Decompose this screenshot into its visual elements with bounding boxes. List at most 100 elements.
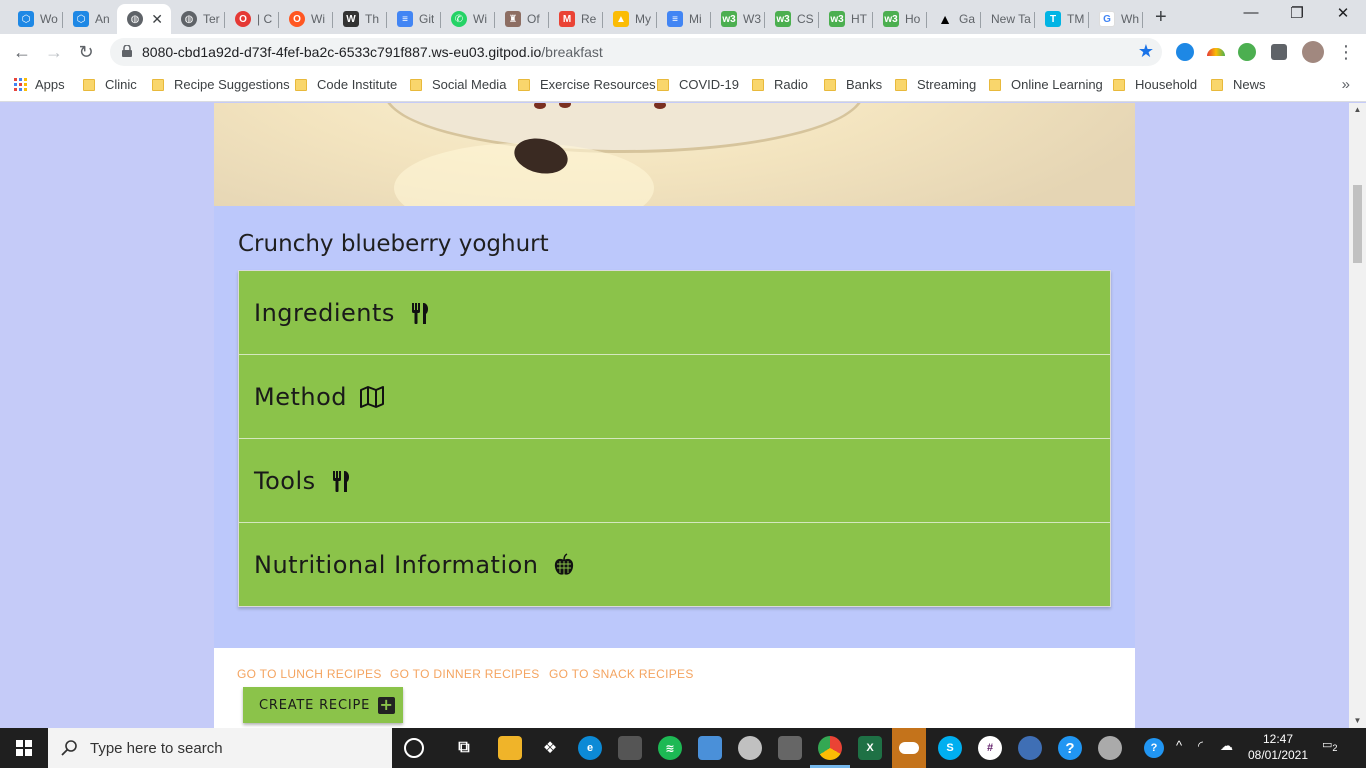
rainbow-extension-icon[interactable] (1207, 48, 1225, 56)
tray-chevron-icon[interactable]: ^ (1176, 738, 1182, 753)
dinner-recipes-link[interactable]: GO TO DINNER RECIPES (390, 667, 540, 681)
back-button[interactable]: ← (10, 40, 34, 64)
store-icon[interactable] (618, 736, 642, 760)
scroll-up-arrow-icon[interactable]: ▲ (1349, 103, 1366, 117)
windows-start-icon[interactable] (0, 728, 48, 768)
calculator-icon[interactable] (778, 736, 802, 760)
bookmark-folder[interactable]: Household (1113, 77, 1197, 92)
browser-tab[interactable]: ▲ Ga (927, 4, 981, 34)
forward-button[interactable]: → (42, 40, 66, 64)
browser-tab[interactable]: ✆ Wi (441, 4, 495, 34)
browser-tab[interactable]: T TM (1035, 4, 1089, 34)
new-tab-button[interactable]: + (1155, 6, 1167, 29)
onedrive-icon[interactable] (892, 728, 926, 768)
bookmark-folder[interactable]: News (1211, 77, 1266, 92)
accordion-label: Tools (254, 466, 316, 495)
folder-icon (83, 78, 95, 91)
whatsapp-icon: ✆ (451, 11, 467, 27)
scroll-down-arrow-icon[interactable]: ▼ (1349, 714, 1366, 728)
scroll-thumb[interactable] (1353, 185, 1362, 263)
spotify-icon[interactable]: ≋ (658, 736, 682, 760)
dropbox-icon[interactable]: ❖ (538, 736, 562, 760)
bookmark-folder[interactable]: Streaming (895, 77, 976, 92)
clock-date: 08/01/2021 (1247, 748, 1309, 762)
browser-tab[interactable]: ◍ Ter (171, 4, 225, 34)
accordion-nutritional-information[interactable]: Nutritional Information (239, 523, 1110, 607)
snack-recipes-link[interactable]: GO TO SNACK RECIPES (549, 667, 694, 681)
paint-icon[interactable] (738, 736, 762, 760)
cortana-icon[interactable] (404, 738, 424, 758)
taskbar-search[interactable]: Type here to search (48, 728, 392, 768)
bookmark-folder[interactable]: COVID-19 (657, 77, 739, 92)
reload-button[interactable]: ↻ (74, 40, 98, 64)
browser-tab[interactable]: w3 Ho (873, 4, 927, 34)
notification-center-icon[interactable]: ▭2 (1322, 738, 1346, 758)
minimize-button[interactable]: — (1228, 4, 1274, 28)
accordion-tools[interactable]: Tools (239, 439, 1110, 523)
bookmark-folder[interactable]: Radio (752, 77, 808, 92)
browser-tab[interactable]: w3 W3 (711, 4, 765, 34)
bookmark-folder[interactable]: Banks (824, 77, 882, 92)
browser-tab[interactable]: ▲ My (603, 4, 657, 34)
accordion-ingredients[interactable]: Ingredients (239, 271, 1110, 355)
tray-help-icon[interactable]: ? (1144, 738, 1164, 758)
bookmark-star-icon[interactable]: ★ (1138, 41, 1154, 62)
hexagon-icon: ⬡ (73, 11, 89, 27)
slack-icon[interactable]: # (978, 736, 1002, 760)
bookmark-apps[interactable]: Apps (14, 77, 65, 92)
control-panel-icon[interactable] (698, 736, 722, 760)
tab-strip: ⬡ Wo ⬡ An ◍ ✕ ◍ Ter O | C O Wi W Th ≡ Git ✆ Wi ♜ O… (0, 0, 1366, 34)
vertical-scrollbar[interactable]: ▲ ▼ (1349, 103, 1366, 728)
chrome-icon[interactable] (818, 736, 842, 760)
close-window-button[interactable]: ✕ (1320, 4, 1366, 28)
task-view-icon[interactable]: ⧉ (452, 736, 476, 760)
browser-tab[interactable]: w3 HT (819, 4, 873, 34)
bookmark-folder[interactable]: Code Institute (295, 77, 397, 92)
menu-kebab-icon[interactable]: ⋮ (1334, 40, 1358, 64)
browser-tab-active[interactable]: ◍ ✕ (117, 4, 171, 34)
address-bar[interactable]: 8080-cbd1a92d-d73f-4fef-ba2c-6533c791f88… (110, 38, 1162, 66)
bookmark-folder[interactable]: Exercise Resources (518, 77, 656, 92)
system-clock[interactable]: 12:47 08/01/2021 (1244, 731, 1312, 763)
apple-icon (554, 553, 573, 575)
file-explorer-icon[interactable] (498, 736, 522, 760)
browser-tab[interactable]: w3 CS (765, 4, 819, 34)
browser-tab[interactable]: ≡ Git (387, 4, 441, 34)
create-recipe-button[interactable]: CREATE RECIPE + (243, 687, 403, 723)
restore-button[interactable]: ❐ (1274, 4, 1320, 28)
bookmark-folder[interactable]: Recipe Suggestions (152, 77, 290, 92)
browser-tab[interactable]: ⬡ An (63, 4, 117, 34)
excel-icon[interactable]: X (858, 736, 882, 760)
browser-tab[interactable]: G Wh (1089, 4, 1143, 34)
accordion-method[interactable]: Method (239, 355, 1110, 439)
bookmark-folder[interactable]: Clinic (83, 77, 137, 92)
browser-tab[interactable]: O Wi (279, 4, 333, 34)
browser-tab[interactable]: New Ta (981, 4, 1035, 34)
skype-icon[interactable]: S (938, 736, 962, 760)
browser-tab[interactable]: O | C (225, 4, 279, 34)
help-icon[interactable]: ? (1058, 736, 1082, 760)
recipe-title: Crunchy blueberry yoghurt (238, 231, 549, 257)
browser-tab[interactable]: ♜ Of (495, 4, 549, 34)
more-bookmarks-icon[interactable]: » (1342, 76, 1350, 93)
lunch-recipes-link[interactable]: GO TO LUNCH RECIPES (237, 667, 382, 681)
avatar[interactable] (1302, 41, 1324, 63)
bookmark-folder[interactable]: Social Media (410, 77, 506, 92)
edge-icon[interactable]: e (578, 736, 602, 760)
puzzle-extensions-icon[interactable] (1271, 44, 1287, 60)
browser-tab[interactable]: ⬡ Wo (8, 4, 63, 34)
close-tab-icon[interactable]: ✕ (151, 11, 163, 28)
browser-tab[interactable]: M Re (549, 4, 603, 34)
globe-app-icon[interactable] (1018, 736, 1042, 760)
hexagon-extension-icon[interactable] (1176, 43, 1194, 61)
google-icon: G (1099, 11, 1115, 27)
html-extension-icon[interactable] (1238, 43, 1256, 61)
drive-icon: ▲ (613, 11, 629, 27)
wifi-icon[interactable]: ◜ (1198, 738, 1203, 754)
recipe-footer: GO TO LUNCH RECIPES GO TO DINNER RECIPES… (214, 648, 1135, 728)
onedrive-tray-icon[interactable]: ☁ (1220, 738, 1233, 754)
browser-tab[interactable]: W Th (333, 4, 387, 34)
paint-3d-icon[interactable] (1098, 736, 1122, 760)
bookmark-folder[interactable]: Online Learning (989, 77, 1103, 92)
browser-tab[interactable]: ≡ Mi (657, 4, 711, 34)
